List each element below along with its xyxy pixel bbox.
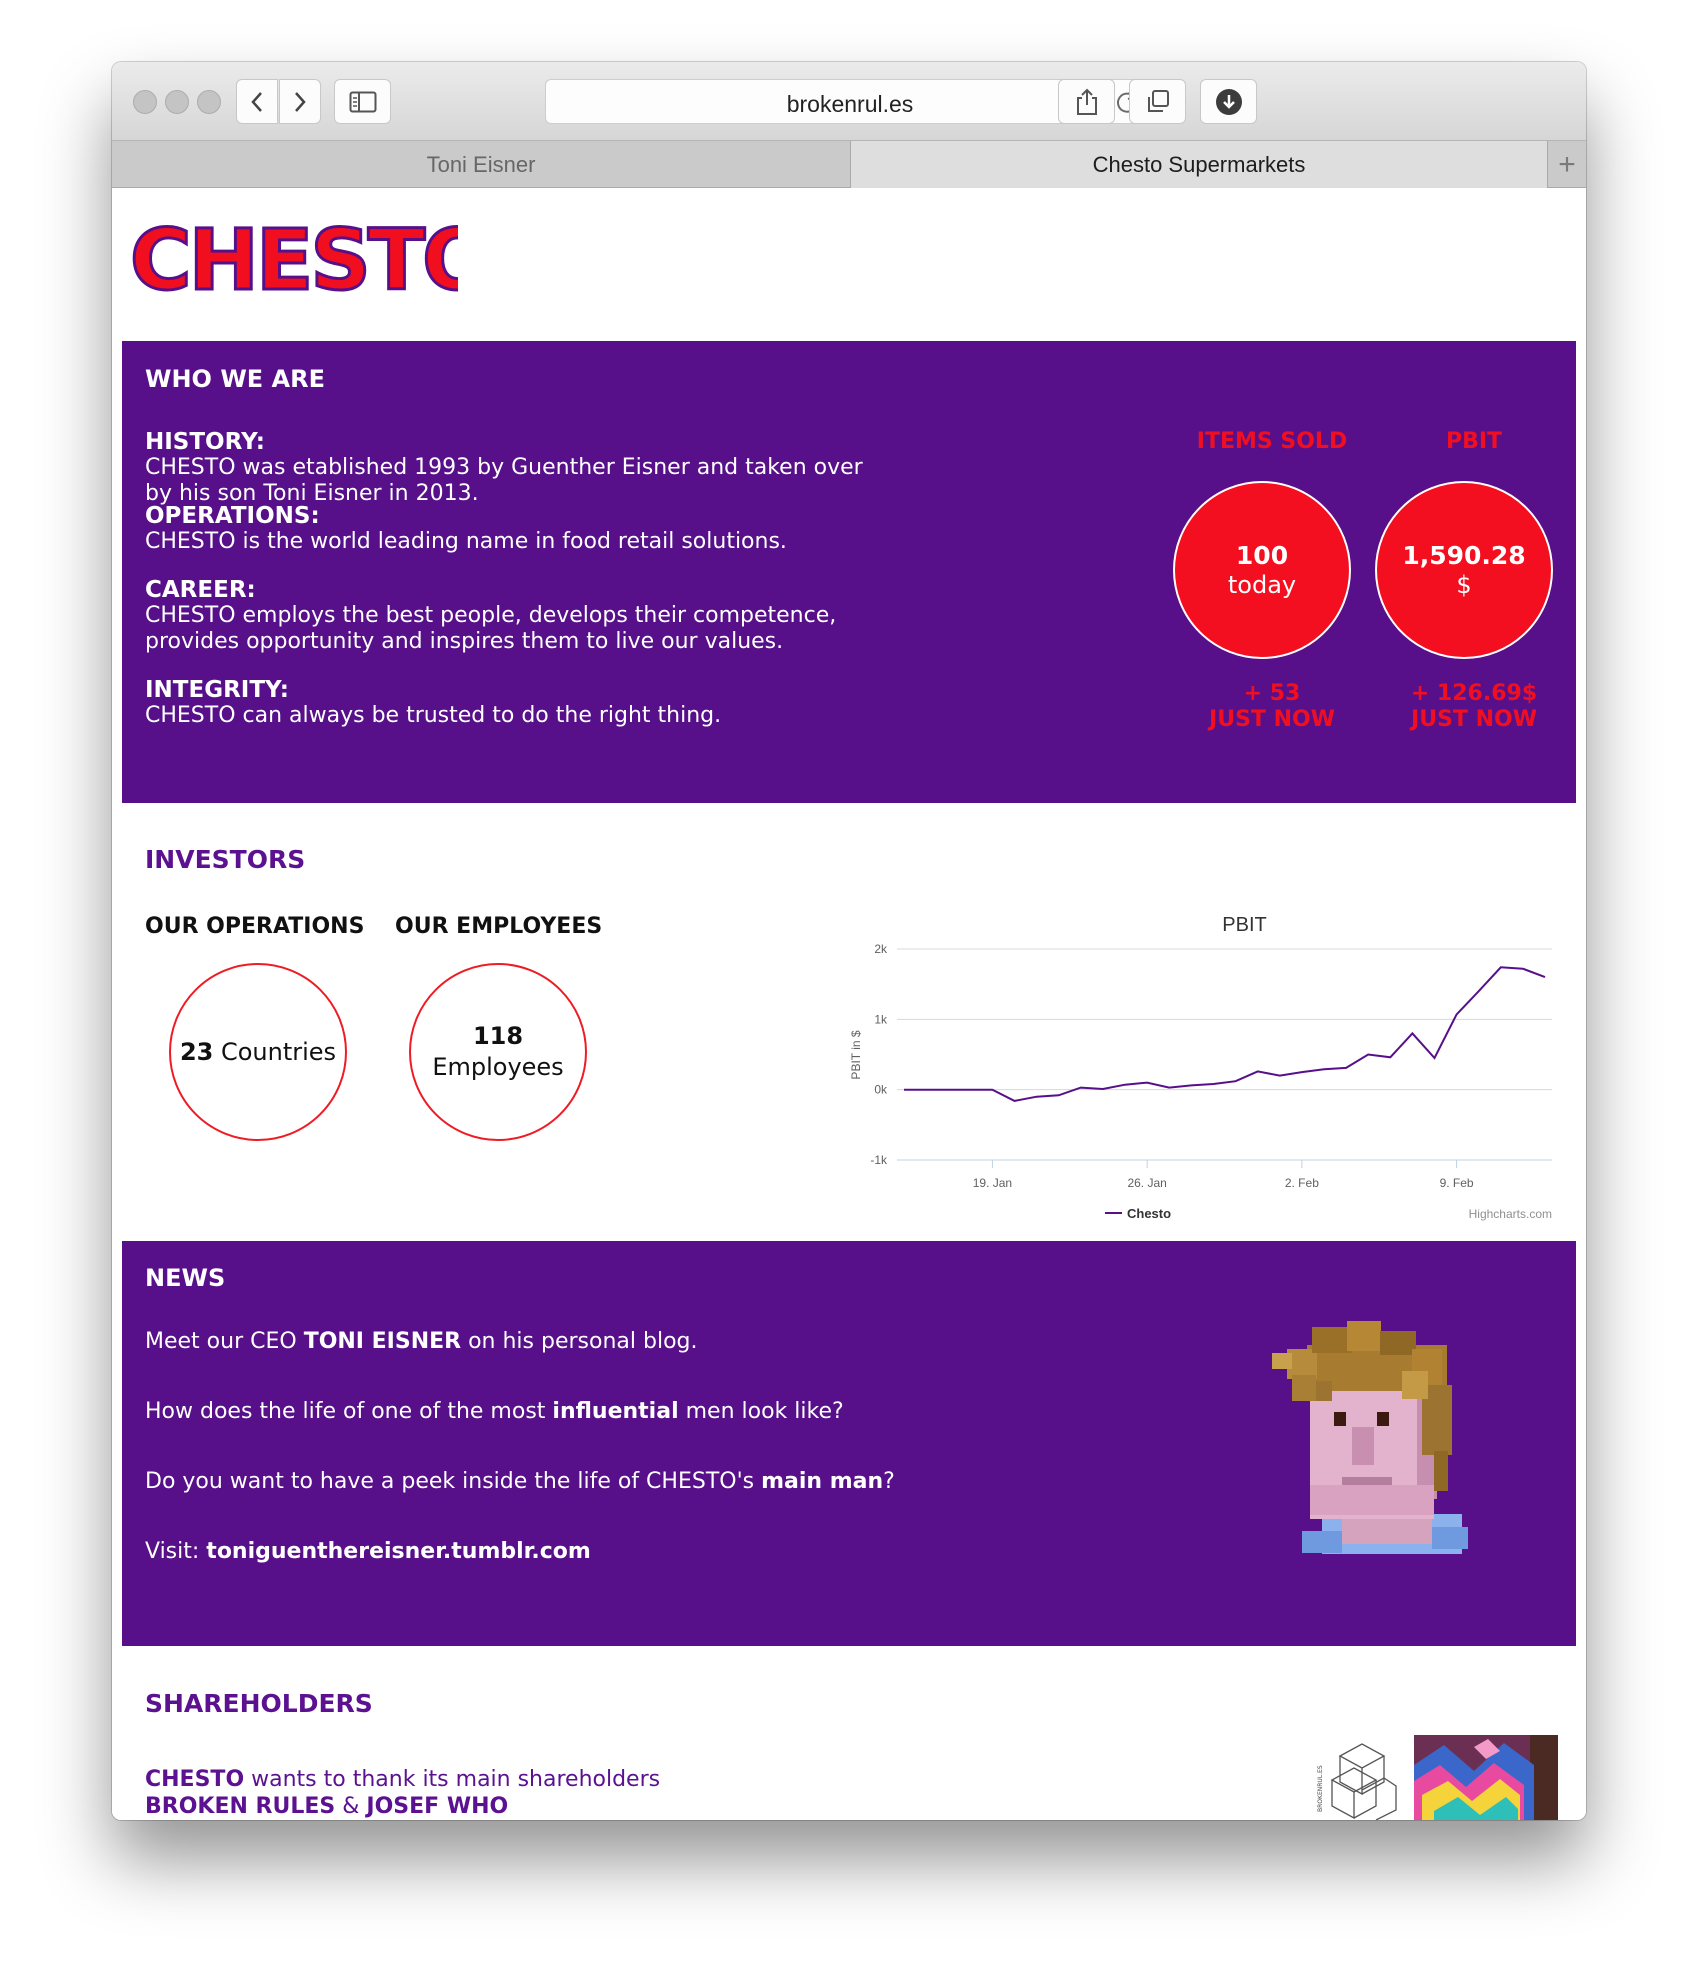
news-title: NEWS (145, 1264, 226, 1292)
ceo-pixel-avatar (1272, 1321, 1468, 1554)
pbit-value: 1,590.28 (1402, 541, 1526, 570)
pbit-unit: $ (1456, 571, 1472, 599)
tabs-icon (1147, 89, 1169, 112)
history-heading: HISTORY: (145, 429, 265, 455)
y-axis-label: PBIT in $ (849, 1030, 863, 1079)
tab-bar: Toni Eisner Chesto Supermarkets + (112, 141, 1586, 188)
pbit-change-note: JUST NOW (1411, 707, 1537, 732)
browser-window: brokenrul.es Toni Eisner Chesto Supermar… (112, 62, 1586, 1820)
items-sold-label: ITEMS SOLD (1196, 429, 1348, 454)
pbit-change: + 126.69$ JUST NOW (1364, 681, 1584, 733)
news-line-visit: Visit: toniguenthereisner.tumblr.com (145, 1539, 591, 1564)
chesto-logo-text: CHESTO (130, 213, 458, 299)
items-sold-change-note: JUST NOW (1209, 707, 1335, 732)
pbit-chart[interactable]: PBIT 2k 1k 0k -1k PBIT in $ 19. Jan 26. Jan 2. F… (832, 907, 1562, 1227)
our-operations-heading: OUR OPERATIONS (145, 914, 365, 939)
chart-credit: Highcharts.com (1469, 1207, 1552, 1221)
x-tick-label: 26. Jan (1127, 1176, 1166, 1190)
tab-chesto-supermarkets[interactable]: Chesto Supermarkets (851, 141, 1547, 188)
share-button[interactable] (1058, 79, 1115, 124)
pbit-circle: 1,590.28 $ (1375, 481, 1553, 659)
items-sold-value: 100 (1235, 541, 1289, 570)
josef-who-photo[interactable] (1414, 1735, 1558, 1820)
chevron-left-icon (251, 91, 262, 112)
x-tick-label: 9. Feb (1440, 1176, 1474, 1190)
operations-text: CHESTO is the world leading name in food… (145, 529, 787, 554)
career-text-1: CHESTO employs the best people, develops… (145, 603, 837, 628)
browser-toolbar: brokenrul.es (112, 62, 1586, 141)
y-tick-label: 2k (874, 942, 888, 956)
news-line-ceo: Meet our CEO TONI EISNER on his personal… (145, 1329, 698, 1354)
employees-value: 118 (472, 1022, 524, 1050)
integrity-text: CHESTO can always be trusted to do the r… (145, 703, 722, 728)
items-sold-change: + 53 JUST NOW (1162, 681, 1382, 733)
josef-who-name: JOSEF WHO (366, 1794, 509, 1819)
employees-circle: 118 Employees (409, 963, 587, 1141)
brokenrules-logo[interactable]: BROKENRUL.ES (1312, 1734, 1402, 1820)
new-tab-button[interactable]: + (1547, 141, 1586, 188)
history-block: HISTORY: CHESTO was etablished 1993 by G… (145, 429, 863, 507)
items-sold-change-value: + 53 (1243, 681, 1301, 706)
operations-heading: OPERATIONS: (145, 503, 320, 529)
items-sold-circle: 100 today (1173, 481, 1351, 659)
chart-title: PBIT (1222, 914, 1266, 936)
items-sold-unit: today (1227, 571, 1297, 599)
y-tick-label: 0k (874, 1083, 888, 1097)
back-button[interactable] (236, 79, 278, 124)
pbit-chart-svg: PBIT 2k 1k 0k -1k PBIT in $ 19. Jan 26. Jan 2. F… (849, 914, 1552, 1221)
our-employees-heading: OUR EMPLOYEES (395, 914, 603, 939)
downloads-button[interactable] (1200, 79, 1257, 124)
pbit-label: PBIT (1445, 429, 1503, 454)
countries-circle: 23 Countries (169, 963, 347, 1141)
operations-block: OPERATIONS: CHESTO is the world leading … (145, 503, 787, 555)
close-window-button[interactable] (133, 90, 157, 114)
forward-button[interactable] (279, 79, 321, 124)
history-text-1: CHESTO was etablished 1993 by Guenther E… (145, 455, 863, 480)
countries-value: 23 (179, 1037, 214, 1066)
sidebar-icon (349, 91, 376, 112)
svg-text:BROKENRUL.ES: BROKENRUL.ES (1317, 1765, 1324, 1812)
y-tick-label: -1k (870, 1153, 888, 1167)
integrity-heading: INTEGRITY: (145, 677, 289, 703)
pbit-change-value: + 126.69$ (1410, 681, 1538, 706)
share-icon (1076, 88, 1097, 115)
career-block: CAREER: CHESTO employs the best people, … (145, 577, 836, 655)
who-we-are-section: WHO WE ARE HISTORY: CHESTO was etablishe… (122, 341, 1576, 803)
x-tick-label: 2. Feb (1285, 1176, 1319, 1190)
tab-toni-eisner[interactable]: Toni Eisner (112, 141, 851, 188)
y-tick-label: 1k (874, 1012, 888, 1026)
blog-link[interactable]: toniguenthereisner.tumblr.com (206, 1539, 591, 1564)
chevron-right-icon (295, 91, 306, 112)
page-content: CHESTO WHO WE ARE HISTORY: CHESTO was et… (112, 189, 1586, 1820)
download-icon (1215, 88, 1242, 115)
ceo-name: TONI EISNER (303, 1329, 462, 1354)
employees-label: Employees (432, 1053, 564, 1081)
integrity-block: INTEGRITY: CHESTO can always be trusted … (145, 677, 721, 729)
career-text-2: provides opportunity and inspires them t… (145, 629, 784, 654)
career-heading: CAREER: (145, 577, 256, 603)
who-we-are-title: WHO WE ARE (145, 365, 325, 393)
chesto-logo[interactable]: CHESTO (126, 213, 459, 299)
investors-title: INVESTORS (145, 845, 306, 874)
news-line-main-man: Do you want to have a peek inside the li… (145, 1469, 895, 1494)
shareholders-line-2: BROKEN RULES & JOSEF WHO (145, 1794, 509, 1819)
news-line-influential: How does the life of one of the most inf… (145, 1399, 844, 1424)
shareholders-line-1: CHESTO wants to thank its main sharehold… (145, 1767, 661, 1792)
news-section: NEWS Meet our CEO TONI EISNER on his per… (122, 1241, 1576, 1646)
sidebar-button[interactable] (334, 79, 391, 124)
x-tick-label: 19. Jan (973, 1176, 1012, 1190)
zoom-window-button[interactable] (197, 90, 221, 114)
minimize-window-button[interactable] (165, 90, 189, 114)
legend-label-chesto: Chesto (1127, 1206, 1171, 1221)
tabs-overview-button[interactable] (1129, 79, 1186, 124)
countries-label: Countries (220, 1037, 337, 1066)
shareholders-title: SHAREHOLDERS (145, 1689, 373, 1718)
broken-rules-name: BROKEN RULES (145, 1794, 336, 1819)
series-line-chesto (904, 966, 1546, 1102)
